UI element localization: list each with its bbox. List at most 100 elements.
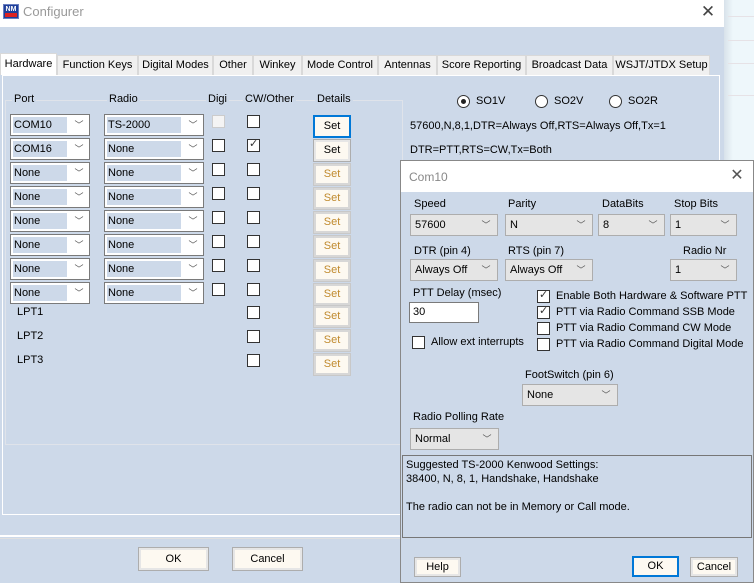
footswitch-select[interactable]: None ﹀ bbox=[522, 384, 618, 406]
cw-other-checkbox[interactable] bbox=[247, 163, 260, 176]
lpt-cw-checkbox[interactable] bbox=[247, 354, 260, 367]
parity-select[interactable]: N ﹀ bbox=[505, 214, 593, 236]
title-bar: NM Configurer ✕ bbox=[0, 0, 724, 27]
dialog-ok-button[interactable]: OK bbox=[632, 556, 679, 577]
lpt-set-button[interactable]: Set bbox=[313, 329, 351, 352]
radio-select[interactable]: None ﹀ bbox=[104, 282, 204, 304]
lpt-set-button[interactable]: Set bbox=[313, 353, 351, 376]
port-select[interactable]: None ﹀ bbox=[10, 234, 90, 256]
tab-score-reporting[interactable]: Score Reporting bbox=[437, 55, 526, 75]
dtr-label: DTR (pin 4) bbox=[414, 245, 471, 257]
chevron-down-icon: ﹀ bbox=[576, 220, 586, 230]
ptt-option-checkbox[interactable]: ✓ bbox=[537, 305, 550, 319]
radio-select[interactable]: None ﹀ bbox=[104, 210, 204, 232]
tab-hardware[interactable]: Hardware bbox=[0, 53, 57, 75]
tab-digital-modes[interactable]: Digital Modes bbox=[138, 55, 213, 75]
tab-winkey[interactable]: Winkey bbox=[253, 55, 302, 75]
radio-select[interactable]: None ﹀ bbox=[104, 234, 204, 256]
tab-antennas[interactable]: Antennas bbox=[378, 55, 437, 75]
tab-function-keys[interactable]: Function Keys bbox=[57, 55, 138, 75]
chevron-down-icon: ﹀ bbox=[481, 220, 491, 230]
chevron-down-icon: ﹀ bbox=[720, 220, 730, 230]
cw-other-checkbox[interactable]: ✓ bbox=[247, 138, 260, 152]
chevron-down-icon: ﹀ bbox=[188, 120, 198, 130]
port-select[interactable]: None ﹀ bbox=[10, 258, 90, 280]
cw-other-checkbox[interactable] bbox=[247, 115, 260, 128]
radio-so1v[interactable] bbox=[457, 95, 470, 108]
radio-select[interactable]: None ﹀ bbox=[104, 162, 204, 184]
port-select[interactable]: None ﹀ bbox=[10, 282, 90, 304]
digi-checkbox[interactable] bbox=[212, 211, 225, 224]
allow-ext-interrupts-checkbox[interactable] bbox=[412, 336, 425, 349]
port-column-header: Port bbox=[12, 93, 37, 105]
ptt-option-checkbox[interactable]: ✓ bbox=[537, 289, 550, 303]
digi-checkbox[interactable] bbox=[212, 259, 225, 272]
stopbits-select[interactable]: 1 ﹀ bbox=[670, 214, 737, 236]
details-set-button[interactable]: Set bbox=[313, 139, 351, 162]
cw-other-checkbox[interactable] bbox=[247, 211, 260, 224]
radio-label: SO1V bbox=[476, 95, 506, 107]
cancel-button[interactable]: Cancel bbox=[232, 547, 303, 571]
cw-other-checkbox[interactable] bbox=[247, 259, 260, 272]
cw-other-checkbox[interactable] bbox=[247, 283, 260, 296]
lpt-set-button[interactable]: Set bbox=[313, 305, 351, 328]
details-set-button[interactable]: Set bbox=[313, 211, 351, 234]
lpt-label: LPT3 bbox=[17, 354, 44, 366]
rts-select[interactable]: Always Off ﹀ bbox=[505, 259, 593, 281]
close-icon[interactable]: ✕ bbox=[727, 166, 747, 186]
databits-select[interactable]: 8 ﹀ bbox=[598, 214, 665, 236]
ptt-option-checkbox[interactable] bbox=[537, 322, 550, 335]
chevron-down-icon: ﹀ bbox=[576, 265, 586, 275]
radio-select[interactable]: None ﹀ bbox=[104, 138, 204, 160]
ptt-option-checkbox[interactable] bbox=[537, 338, 550, 351]
port-select[interactable]: None ﹀ bbox=[10, 186, 90, 208]
radio-so2v[interactable] bbox=[535, 95, 548, 108]
help-button[interactable]: Help bbox=[414, 557, 461, 577]
digi-checkbox[interactable] bbox=[212, 163, 225, 176]
radio-nr-select[interactable]: 1 ﹀ bbox=[670, 259, 737, 281]
port-select[interactable]: COM10 ﹀ bbox=[10, 114, 90, 136]
details-set-button[interactable]: Set bbox=[313, 259, 351, 282]
cw-other-checkbox[interactable] bbox=[247, 235, 260, 248]
tab-wsjt-jtdx-setup[interactable]: WSJT/JTDX Setup bbox=[613, 55, 710, 75]
digi-checkbox[interactable] bbox=[212, 139, 225, 152]
chevron-down-icon: ﹀ bbox=[482, 434, 492, 444]
close-icon[interactable]: ✕ bbox=[696, 1, 720, 23]
details-set-button[interactable]: Set bbox=[313, 187, 351, 210]
port-select[interactable]: None ﹀ bbox=[10, 210, 90, 232]
digi-checkbox[interactable] bbox=[212, 187, 225, 200]
details-set-button[interactable]: Set bbox=[313, 163, 351, 186]
chevron-down-icon: ﹀ bbox=[74, 216, 84, 226]
rts-label: RTS (pin 7) bbox=[508, 245, 565, 257]
allow-ext-interrupts-label: Allow ext interrupts bbox=[431, 336, 524, 348]
polling-rate-select[interactable]: Normal ﹀ bbox=[410, 428, 499, 450]
cw-other-checkbox[interactable] bbox=[247, 187, 260, 200]
ok-button[interactable]: OK bbox=[138, 547, 209, 571]
digi-checkbox[interactable] bbox=[212, 235, 225, 248]
lpt-cw-checkbox[interactable] bbox=[247, 330, 260, 343]
tab-other[interactable]: Other bbox=[213, 55, 253, 75]
digi-checkbox[interactable] bbox=[212, 115, 225, 128]
port-select[interactable]: None ﹀ bbox=[10, 162, 90, 184]
chevron-down-icon: ﹀ bbox=[188, 240, 198, 250]
ptt-delay-input[interactable]: 30 bbox=[409, 302, 479, 323]
window-title: Configurer bbox=[23, 4, 84, 19]
radio-select[interactable]: None ﹀ bbox=[104, 258, 204, 280]
divider bbox=[728, 95, 754, 96]
dialog-cancel-button[interactable]: Cancel bbox=[690, 557, 738, 577]
lpt-cw-checkbox[interactable] bbox=[247, 306, 260, 319]
speed-select[interactable]: 57600 ﹀ bbox=[410, 214, 498, 236]
radio-so2r[interactable] bbox=[609, 95, 622, 108]
details-set-button[interactable]: Set bbox=[313, 115, 351, 138]
port-select[interactable]: COM16 ﹀ bbox=[10, 138, 90, 160]
tab-mode-control[interactable]: Mode Control bbox=[302, 55, 378, 75]
details-column-header: Details bbox=[315, 93, 353, 105]
details-set-button[interactable]: Set bbox=[313, 283, 351, 306]
radio-select[interactable]: None ﹀ bbox=[104, 186, 204, 208]
tab-broadcast-data[interactable]: Broadcast Data bbox=[526, 55, 613, 75]
dtr-select[interactable]: Always Off ﹀ bbox=[410, 259, 498, 281]
radio-select[interactable]: TS-2000 ﹀ bbox=[104, 114, 204, 136]
details-set-button[interactable]: Set bbox=[313, 235, 351, 258]
digi-checkbox[interactable] bbox=[212, 283, 225, 296]
stopbits-label: Stop Bits bbox=[674, 198, 719, 210]
